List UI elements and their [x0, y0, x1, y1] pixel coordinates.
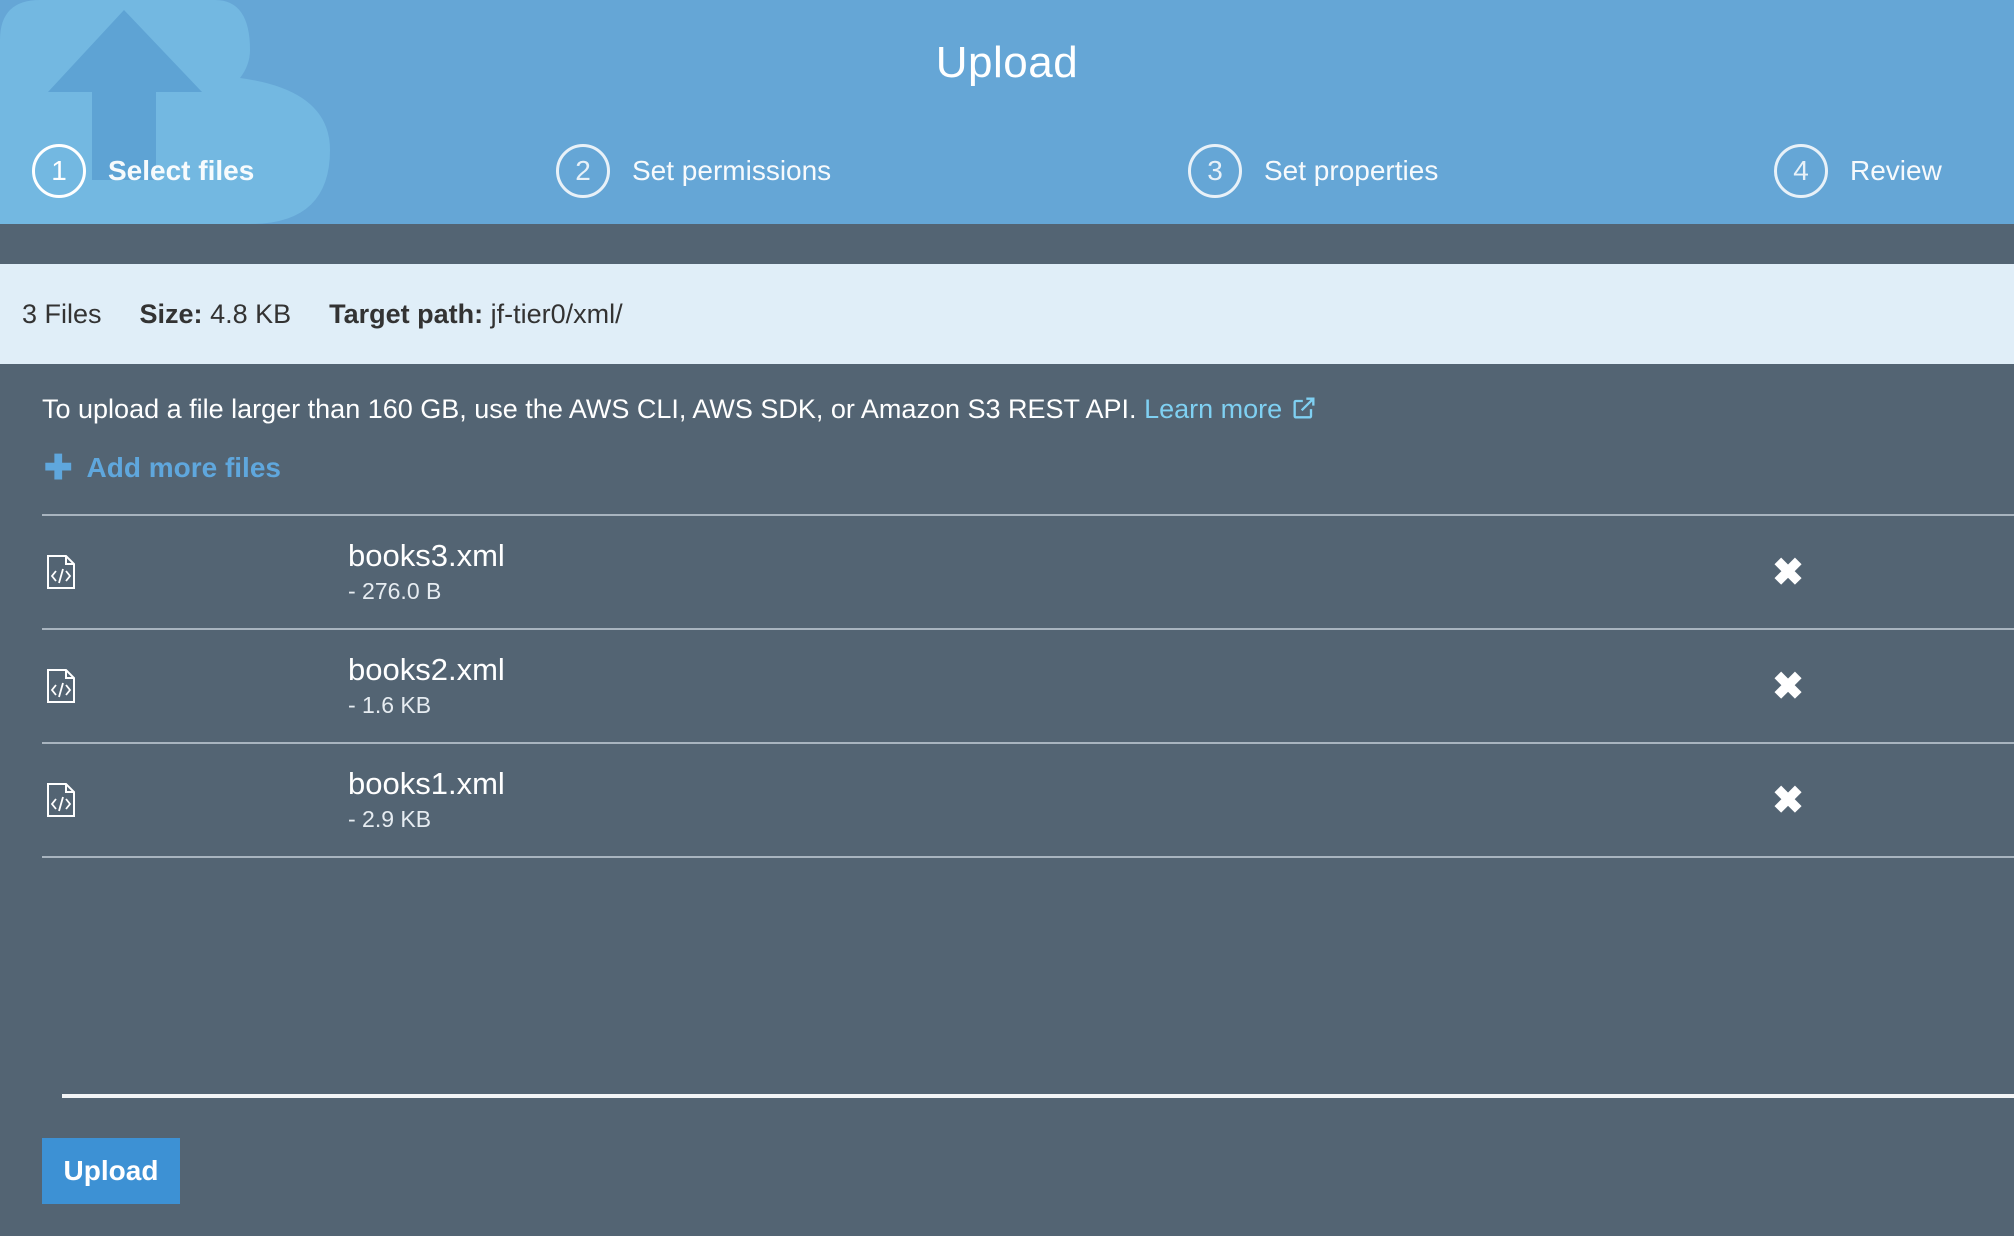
remove-file-button[interactable]: ✖	[1768, 551, 1808, 594]
target-path: Target path: jf-tier0/xml/	[329, 299, 623, 330]
step-number-circle: 4	[1774, 144, 1828, 198]
file-list: books3.xml - 276.0 B ✖ books2.xml - 1.6 …	[42, 514, 2014, 858]
file-name: books2.xml	[348, 652, 505, 687]
file-name: books3.xml	[348, 538, 505, 573]
upload-summary-bar: 3 Files Size: 4.8 KB Target path: jf-tie…	[0, 264, 2014, 364]
step-number-circle: 3	[1188, 144, 1242, 198]
xml-file-icon	[47, 783, 75, 817]
upload-button[interactable]: Upload	[42, 1138, 180, 1204]
close-icon: ✖	[1772, 665, 1804, 708]
step-select-files[interactable]: 1 Select files	[32, 144, 255, 198]
large-file-notice: To upload a file larger than 160 GB, use…	[42, 394, 1318, 425]
learn-more-link[interactable]: Learn more	[1144, 394, 1318, 424]
plus-icon: ✚	[44, 449, 73, 487]
remove-file-button[interactable]: ✖	[1768, 665, 1808, 708]
file-size: - 2.9 KB	[348, 806, 432, 832]
step-label: Select files	[108, 155, 255, 186]
xml-file-icon	[47, 555, 75, 589]
file-row: books2.xml - 1.6 KB ✖	[42, 630, 2014, 744]
close-icon: ✖	[1772, 551, 1804, 594]
size-label: Size:	[139, 298, 203, 329]
step-label: Review	[1850, 155, 1942, 186]
page-title: Upload	[935, 38, 1079, 87]
external-link-icon	[1293, 397, 1315, 419]
footer-divider	[62, 1094, 2014, 1098]
xml-file-icon	[47, 669, 75, 703]
step-set-properties[interactable]: 3 Set properties	[1188, 144, 1439, 198]
wizard-header: Upload 1 Select files 2 Set permissions …	[0, 0, 2014, 224]
add-more-files-button[interactable]: ✚ Add more files	[44, 449, 281, 487]
step-label: Set properties	[1264, 155, 1439, 186]
target-path-label: Target path:	[329, 298, 484, 329]
add-more-files-label: Add more files	[86, 452, 281, 483]
step-number-circle: 1	[32, 144, 86, 198]
file-name: books1.xml	[348, 766, 505, 801]
step-label: Set permissions	[632, 155, 832, 186]
size-value: 4.8 KB	[210, 298, 292, 329]
file-row: books3.xml - 276.0 B ✖	[42, 516, 2014, 630]
close-icon: ✖	[1772, 779, 1804, 822]
file-size: - 1.6 KB	[348, 692, 432, 718]
target-path-value: jf-tier0/xml/	[490, 298, 623, 329]
learn-more-label: Learn more	[1144, 394, 1283, 424]
step-review[interactable]: 4 Review	[1774, 144, 1942, 198]
notice-text: To upload a file larger than 160 GB, use…	[42, 394, 1137, 424]
step-number-circle: 2	[556, 144, 610, 198]
file-row: books1.xml - 2.9 KB ✖	[42, 744, 2014, 858]
total-size: Size: 4.8 KB	[140, 299, 292, 330]
files-count: 3 Files	[22, 298, 102, 329]
remove-file-button[interactable]: ✖	[1768, 779, 1808, 822]
step-set-permissions[interactable]: 2 Set permissions	[556, 144, 832, 198]
file-size: - 276.0 B	[348, 578, 442, 604]
